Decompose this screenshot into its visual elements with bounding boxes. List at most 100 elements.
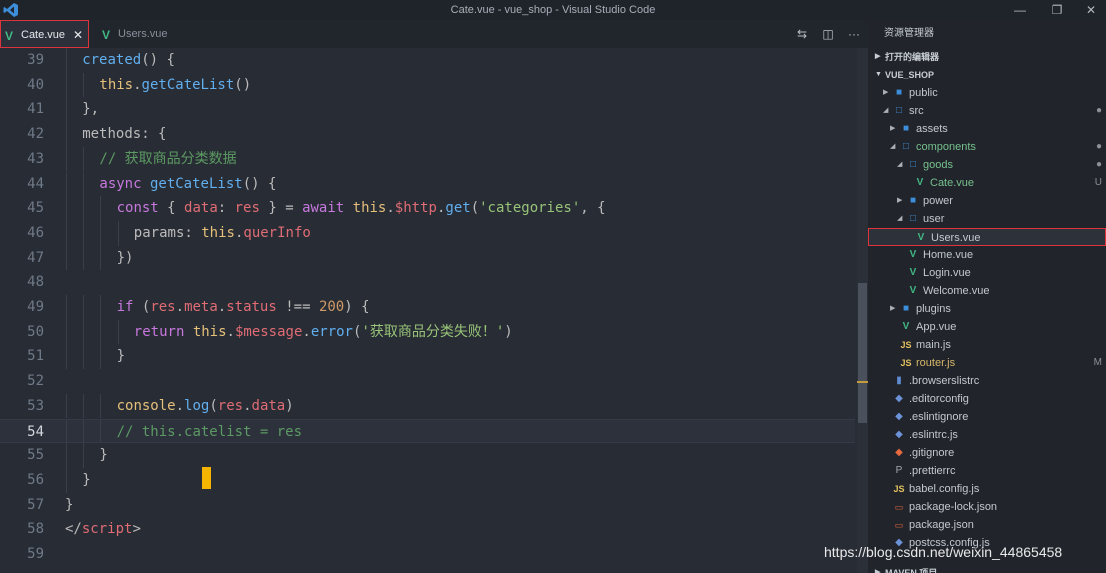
- tree-item[interactable]: V Login.vue: [868, 264, 1106, 282]
- line-number: 46: [27, 224, 44, 241]
- code-line[interactable]: 56}: [0, 467, 855, 493]
- tree-item[interactable]: V Welcome.vue: [868, 282, 1106, 300]
- tree-item[interactable]: ◢ □ user: [868, 210, 1106, 228]
- code-token: () {: [242, 175, 277, 192]
- code-token: , {: [580, 200, 606, 217]
- code-line[interactable]: 49 if (res.meta.status !== 200) {: [0, 295, 855, 320]
- tree-item[interactable]: V Users.vue: [868, 228, 1106, 246]
- project-section[interactable]: ▼ VUE_SHOP: [868, 66, 1106, 84]
- tree-item[interactable]: ◢ □ goods ●: [868, 156, 1106, 174]
- tree-item[interactable]: ◆ .editorconfig: [868, 390, 1106, 408]
- code-line[interactable]: 48: [0, 270, 855, 295]
- tree-item[interactable]: ▶ ■ plugins: [868, 300, 1106, 318]
- chevron-down-icon[interactable]: ◢: [890, 138, 895, 156]
- tree-item[interactable]: ◆ .eslintrc.js: [868, 426, 1106, 444]
- tree-item[interactable]: ▮ .browserslistrc: [868, 372, 1106, 390]
- chevron-right-icon[interactable]: ▶: [890, 300, 895, 318]
- code-line[interactable]: 52: [0, 369, 855, 394]
- code-line[interactable]: 39 created() {: [0, 48, 855, 73]
- code-line[interactable]: 59: [0, 542, 855, 567]
- tree-item[interactable]: JS router.js M: [868, 354, 1106, 372]
- chevron-down-icon[interactable]: ◢: [897, 156, 902, 174]
- chevron-right-icon[interactable]: ▶: [883, 84, 888, 102]
- code-line[interactable]: 58 </script>: [0, 517, 855, 542]
- chevron-down-icon: ▼: [875, 71, 882, 78]
- tree-item[interactable]: P .prettierrc: [868, 462, 1106, 480]
- code-token: created: [82, 52, 142, 68]
- minimize-icon[interactable]: —: [1003, 0, 1037, 20]
- tab-users-vue[interactable]: V Users.vue: [98, 20, 190, 48]
- tree-item[interactable]: V Cate.vue U: [868, 174, 1106, 192]
- code-line[interactable]: 45 const { data: res } = await this.$http…: [0, 196, 855, 221]
- code-token: // 获取商品分类数据: [99, 150, 237, 167]
- vue-file-icon: V: [5, 29, 14, 43]
- chevron-down-icon[interactable]: ◢: [883, 102, 888, 120]
- line-number: 56: [27, 471, 44, 488]
- tab-cate-vue[interactable]: V Cate.vue ✕: [0, 20, 89, 48]
- editor-scrollbar[interactable]: [857, 48, 868, 573]
- open-changes-icon[interactable]: ⇆: [789, 20, 815, 48]
- code-line[interactable]: 54 // this.catelist = res: [0, 418, 855, 444]
- folder-icon: □: [909, 213, 917, 224]
- code-line[interactable]: 46 params: this.querInfo: [0, 220, 855, 246]
- tree-item-label: .eslintrc.js: [909, 429, 958, 441]
- code-token: }: [116, 348, 126, 365]
- scrollbar-thumb[interactable]: [858, 283, 867, 423]
- code-token: >: [132, 521, 141, 538]
- git-status-badge: ●: [1095, 141, 1102, 152]
- code-line[interactable]: 43 // 获取商品分类数据: [0, 146, 855, 172]
- close-window-icon[interactable]: ✕: [1074, 0, 1106, 20]
- tree-item[interactable]: ▭ package.json: [868, 516, 1106, 534]
- code-token: .: [133, 76, 142, 93]
- code-text: }: [65, 493, 73, 518]
- tree-item[interactable]: ◢ □ src ●: [868, 102, 1106, 120]
- maven-section[interactable]: ▶ MAVEN 项目: [868, 564, 1106, 573]
- indent-guide: [83, 295, 85, 320]
- tree-item[interactable]: ◆ .eslintignore: [868, 408, 1106, 426]
- line-number: 41: [27, 101, 44, 118]
- code-line[interactable]: 44 async getCateList() {: [0, 171, 855, 197]
- json-file-icon: ▭: [894, 502, 904, 512]
- code-line[interactable]: 53 console.log(res.data): [0, 393, 855, 419]
- tree-item[interactable]: ▶ ■ public: [868, 84, 1106, 102]
- indent-guide: [66, 393, 67, 419]
- code-line[interactable]: 55}: [0, 443, 855, 468]
- split-editor-icon[interactable]: ◫: [815, 20, 841, 48]
- code-token: (: [470, 200, 480, 217]
- close-tab-icon[interactable]: ✕: [73, 21, 83, 49]
- chevron-down-icon[interactable]: ◢: [897, 210, 902, 228]
- code-line[interactable]: 50 return this.$message.error('获取商品分类失败！'…: [0, 319, 855, 345]
- restore-icon[interactable]: ❐: [1040, 0, 1074, 20]
- code-line[interactable]: 51}: [0, 344, 855, 370]
- tree-item[interactable]: V Home.vue: [868, 246, 1106, 264]
- code-token: get: [445, 200, 471, 217]
- code-token: {: [167, 200, 185, 217]
- tree-item[interactable]: ▶ ■ assets: [868, 120, 1106, 138]
- code-token: .: [226, 323, 235, 340]
- code-line[interactable]: 40 this.getCateList(): [0, 72, 855, 98]
- tree-item-label: Cate.vue: [930, 177, 975, 189]
- code-line[interactable]: 42 methods: {: [0, 122, 855, 147]
- chevron-right-icon[interactable]: ▶: [897, 192, 902, 210]
- code-line[interactable]: 47}): [0, 245, 855, 271]
- tree-item[interactable]: V App.vue: [868, 318, 1106, 336]
- tree-item[interactable]: ▶ ■ power: [868, 192, 1106, 210]
- more-actions-icon[interactable]: ···: [841, 20, 867, 48]
- code-line[interactable]: 41},: [0, 97, 855, 123]
- indent-guide: [83, 393, 85, 419]
- code-editor[interactable]: 39 created() {40 this.getCateList() 41}, 42 m…: [0, 48, 868, 573]
- tree-item[interactable]: JS babel.config.js: [868, 480, 1106, 498]
- line-number: 48: [27, 274, 44, 291]
- open-editors-section[interactable]: ▶ 打开的编辑器: [868, 48, 1106, 66]
- tree-item[interactable]: ◆ .gitignore: [868, 444, 1106, 462]
- code-line[interactable]: 57}: [0, 493, 855, 518]
- folder-icon: □: [895, 105, 903, 116]
- tree-item[interactable]: ▭ package-lock.json: [868, 498, 1106, 516]
- code-token: ): [504, 323, 513, 340]
- tree-item-label: public: [909, 87, 938, 99]
- tree-item[interactable]: ◢ □ components ●: [868, 138, 1106, 156]
- vue-file-icon: V: [102, 28, 111, 42]
- code-token: () {: [141, 52, 175, 68]
- tree-item[interactable]: JS main.js: [868, 336, 1106, 354]
- chevron-right-icon[interactable]: ▶: [890, 120, 895, 138]
